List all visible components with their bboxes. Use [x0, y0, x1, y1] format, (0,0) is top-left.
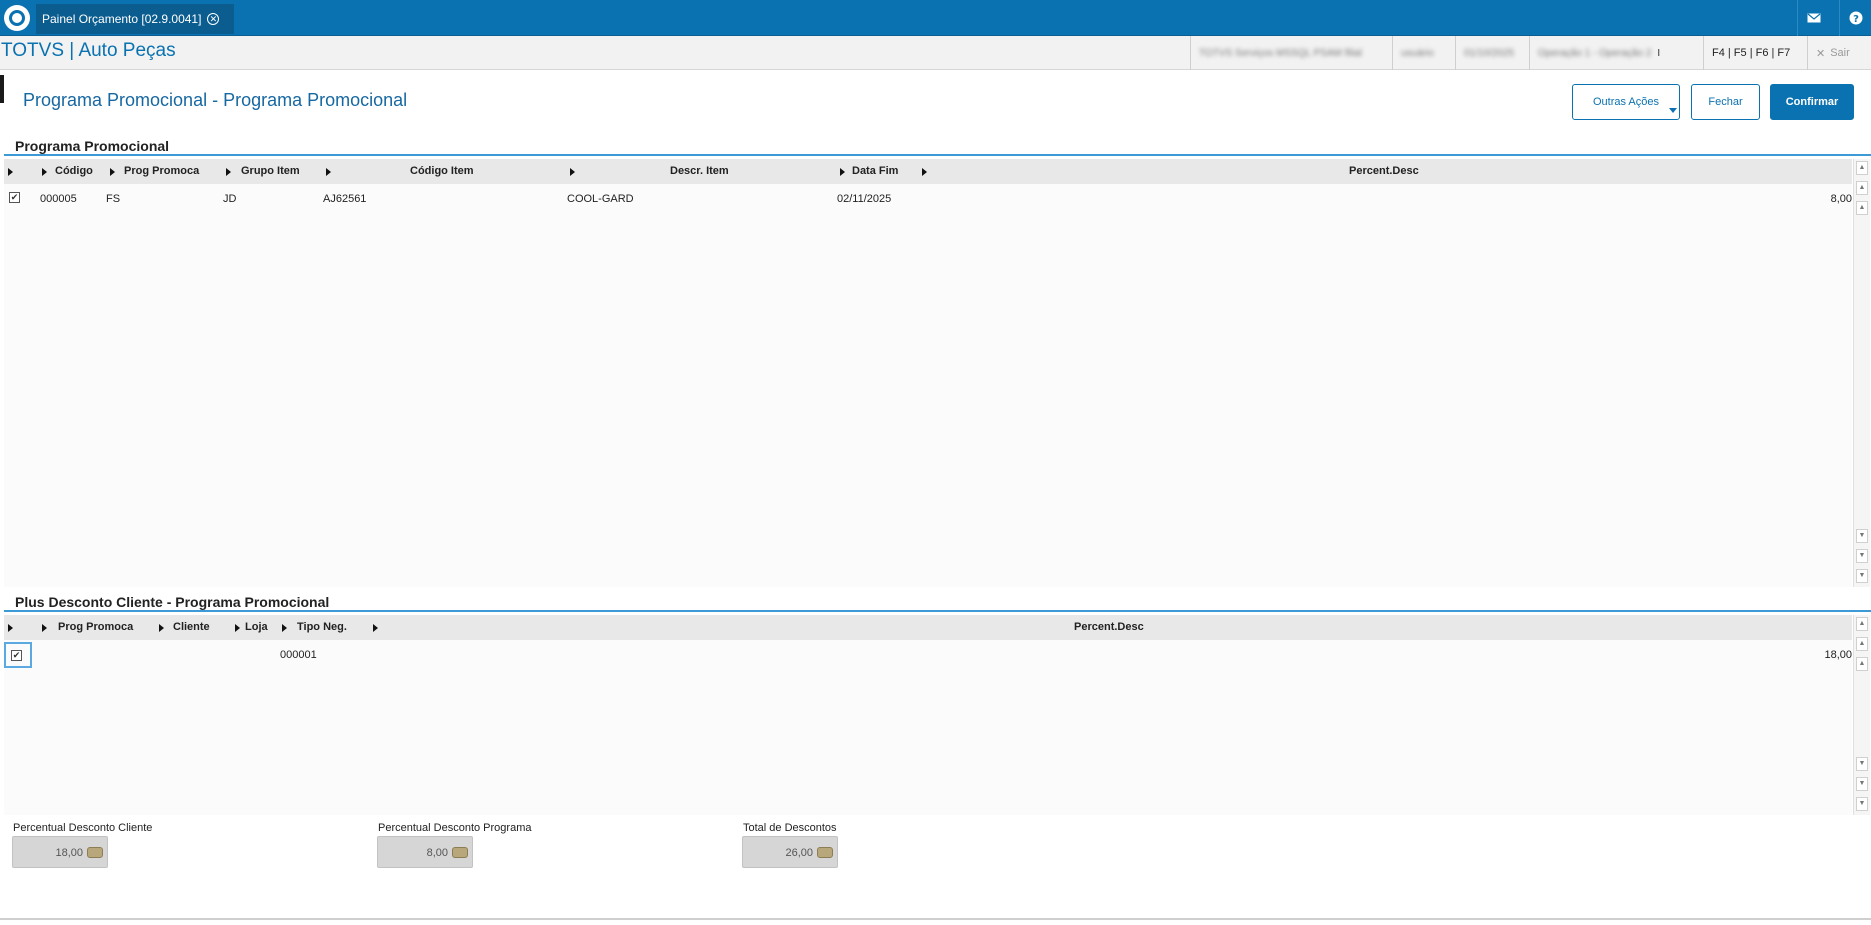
section-divider	[4, 154, 1871, 156]
grid-programa-promocional[interactable]: Código Prog Promoca Grupo Item Código It…	[4, 159, 1852, 587]
scroll-top-icon[interactable]: ▲	[1856, 161, 1868, 175]
field-total-descontos[interactable]: 26,00	[742, 836, 838, 868]
scroll-top-icon[interactable]: ▲	[1856, 617, 1868, 631]
row-checkbox[interactable]: ✔	[11, 650, 22, 661]
page-title: Programa Promocional - Programa Promocio…	[23, 90, 408, 110]
scroll-bottom-icon[interactable]: ▼	[1856, 569, 1868, 583]
expand-arrow-icon[interactable]	[8, 168, 13, 176]
cell-codigo: 000005	[40, 193, 77, 205]
app-title: TOTVS | Auto Peças	[1, 40, 176, 61]
cell-codigo-item: AJ62561	[323, 193, 367, 205]
scroll-page-up-icon[interactable]: ▲	[1856, 181, 1868, 195]
other-actions-button[interactable]: Outras Ações	[1572, 84, 1680, 120]
close-icon: ✕	[1816, 47, 1826, 60]
column-arrow-icon[interactable]	[570, 168, 575, 176]
column-arrow-icon[interactable]	[226, 168, 231, 176]
scroll-down-icon[interactable]: ▼	[1856, 529, 1868, 543]
cell-descr-item: COOL-GARD	[567, 193, 634, 205]
grid-plus-desconto-cliente[interactable]: Prog Promoca Cliente Loja Tipo Neg. Perc…	[4, 615, 1852, 815]
confirm-button[interactable]: Confirmar	[1770, 84, 1854, 120]
scroll-up-icon[interactable]: ▲	[1856, 201, 1868, 215]
label-total-descontos: Total de Descontos	[743, 822, 837, 834]
col-loja[interactable]: Loja	[245, 615, 268, 640]
column-arrow-icon[interactable]	[922, 168, 927, 176]
column-arrow-icon[interactable]	[282, 624, 287, 632]
section-title-plus-desconto: Plus Desconto Cliente - Programa Promoci…	[15, 594, 330, 610]
cell-data-fim: 02/11/2025	[837, 193, 892, 205]
col-percent-desc[interactable]: Percent.Desc	[1074, 615, 1144, 640]
grid-header: Prog Promoca Cliente Loja Tipo Neg. Perc…	[4, 615, 1852, 640]
chevron-down-icon	[1669, 108, 1677, 113]
col-descr-item[interactable]: Descr. Item	[670, 159, 729, 184]
column-arrow-icon[interactable]	[110, 168, 115, 176]
close-button[interactable]: Fechar	[1691, 84, 1760, 120]
grid-scrollbar[interactable]: ▲ ▲ ▲ ▼ ▼ ▼	[1853, 615, 1870, 815]
col-grupo-item[interactable]: Grupo Item	[241, 159, 300, 184]
cell-grupo-item: JD	[223, 193, 237, 205]
col-prog-promoca[interactable]: Prog Promoca	[58, 615, 133, 640]
field-desconto-cliente[interactable]: 18,00	[12, 836, 108, 868]
table-row[interactable]: ✔ 000001 18,00	[4, 642, 1852, 668]
scroll-page-up-icon[interactable]: ▲	[1856, 637, 1868, 651]
shortcut-keys[interactable]: F4 | F5 | F6 | F7	[1703, 36, 1807, 70]
svg-text:?: ?	[1853, 14, 1859, 25]
cell-percent-desc: 8,00	[1830, 193, 1852, 205]
column-arrow-icon[interactable]	[373, 624, 378, 632]
col-data-fim[interactable]: Data Fim	[852, 159, 898, 184]
cell-percent-desc: 18,00	[1824, 649, 1852, 661]
col-cliente[interactable]: Cliente	[173, 615, 210, 640]
col-percent-desc[interactable]: Percent.Desc	[1349, 159, 1419, 184]
exit-label: Sair	[1830, 47, 1850, 59]
col-tipo-neg[interactable]: Tipo Neg.	[297, 615, 347, 640]
scroll-bottom-icon[interactable]: ▼	[1856, 797, 1868, 811]
col-codigo[interactable]: Código	[55, 159, 93, 184]
help-icon[interactable]: ?	[1839, 0, 1871, 36]
left-indicator	[0, 75, 4, 103]
label-desconto-programa: Percentual Desconto Programa	[378, 822, 532, 834]
money-icon	[87, 847, 103, 858]
field-desconto-programa[interactable]: 8,00	[377, 836, 473, 868]
label-desconto-cliente: Percentual Desconto Cliente	[13, 822, 153, 834]
header-operation: Operação 1 - Operação 2I	[1529, 36, 1703, 70]
col-prog-promoca[interactable]: Prog Promoca	[124, 159, 199, 184]
column-arrow-icon[interactable]	[159, 624, 164, 632]
column-arrow-icon[interactable]	[840, 168, 845, 176]
cell-prog-promoca: FS	[106, 193, 121, 205]
scroll-up-icon[interactable]: ▲	[1856, 657, 1868, 671]
scroll-page-down-icon[interactable]: ▼	[1856, 777, 1868, 791]
exit-button[interactable]: ✕ Sair	[1807, 36, 1871, 70]
cell-tipo-neg: 000001	[280, 649, 317, 661]
grid-header: Código Prog Promoca Grupo Item Código It…	[4, 159, 1852, 184]
scroll-down-icon[interactable]: ▼	[1856, 757, 1868, 771]
expand-arrow-icon[interactable]	[8, 624, 13, 632]
totvs-logo-icon	[4, 5, 30, 31]
row-checkbox[interactable]: ✔	[9, 192, 20, 203]
window-titlebar: Painel Orçamento [02.9.0041] ✕ ?	[0, 0, 1871, 36]
table-row[interactable]: ✔ 000005 FS JD AJ62561 COOL-GARD 02/11/2…	[4, 189, 1852, 209]
tab-painel-orcamento[interactable]: Painel Orçamento [02.9.0041] ✕	[36, 4, 234, 34]
grid-scrollbar[interactable]: ▲ ▲ ▲ ▼ ▼ ▼	[1853, 159, 1870, 587]
header-date: 01/10/2025	[1455, 36, 1529, 70]
col-codigo-item[interactable]: Código Item	[410, 159, 474, 184]
scroll-page-down-icon[interactable]: ▼	[1856, 549, 1868, 563]
app-header: TOTVS | Auto Peças TOTVS Serviços MSSQL …	[0, 36, 1871, 70]
column-arrow-icon[interactable]	[42, 168, 47, 176]
mail-icon[interactable]	[1797, 0, 1829, 36]
section-title-programa: Programa Promocional	[15, 138, 170, 154]
money-icon	[452, 847, 468, 858]
section-divider	[4, 610, 1871, 612]
money-icon	[817, 847, 833, 858]
column-arrow-icon[interactable]	[42, 624, 47, 632]
column-arrow-icon[interactable]	[326, 168, 331, 176]
header-user: usuário	[1392, 36, 1455, 70]
header-environment: TOTVS Serviços MSSQL PSAM filial	[1190, 36, 1392, 70]
tab-title: Painel Orçamento [02.9.0041]	[42, 12, 202, 26]
tab-close-icon[interactable]: ✕	[207, 13, 220, 25]
bottom-border	[0, 918, 1871, 920]
column-arrow-icon[interactable]	[235, 624, 240, 632]
